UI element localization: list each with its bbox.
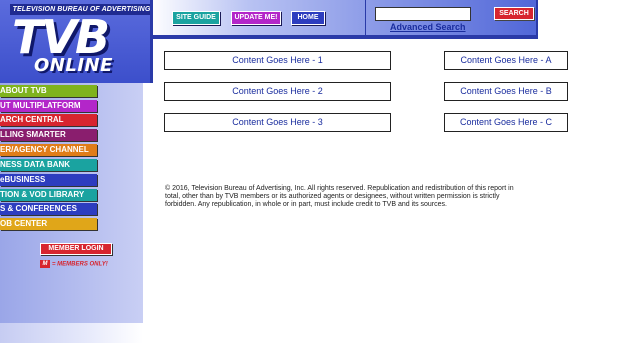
site-guide-button[interactable]: SITE GUIDE [172,11,220,25]
page-header: TELEVISION BUREAU OF ADVERTISING TVB ONL… [0,0,620,83]
content-box-3[interactable]: Content Goes Here - 3 [164,113,391,132]
tvb-online-logo[interactable]: TELEVISION BUREAU OF ADVERTISING TVB ONL… [0,0,153,83]
search-input[interactable] [375,7,471,21]
content-box-a[interactable]: Content Goes Here - A [444,51,568,70]
sidebar: ABOUT TVB UT MULTIPLATFORM ARCH CENTRAL … [0,83,143,343]
search-button[interactable]: SEARCH [494,7,534,20]
sidebar-item-multiplatform[interactable]: UT MULTIPLATFORM [0,100,97,112]
sidebar-item-conferences[interactable]: S & CONFERENCES [0,203,97,215]
sidebar-item-job-center[interactable]: OB CENTER [0,218,97,230]
sidebar-item-ebusiness[interactable]: eBUSINESS [0,174,97,186]
members-only-icon: M [40,260,50,268]
members-only-legend: M = MEMBERS ONLY! [40,260,108,268]
sidebar-item-vod-library[interactable]: TION & VOD LIBRARY [0,189,97,201]
copyright-notice: © 2016, Television Bureau of Advertising… [165,185,514,208]
advanced-search-link[interactable]: Advanced Search [390,22,466,32]
sidebar-item-about-tvb[interactable]: ABOUT TVB [0,85,97,97]
content-box-1[interactable]: Content Goes Here - 1 [164,51,391,70]
home-button[interactable]: HOME [291,11,325,25]
sidebar-item-agency-channel[interactable]: ER/AGENCY CHANNEL [0,144,97,156]
logo-online-text: ONLINE [34,55,113,76]
member-login-button[interactable]: MEMBER LOGIN [40,243,112,255]
sidebar-item-data-bank[interactable]: NESS DATA BANK [0,159,97,171]
content-box-c[interactable]: Content Goes Here - C [444,113,568,132]
members-only-text: = MEMBERS ONLY! [52,261,108,268]
content-box-2[interactable]: Content Goes Here - 2 [164,82,391,101]
sidebar-item-research-central[interactable]: ARCH CENTRAL [0,114,97,126]
update-me-button[interactable]: UPDATE ME! [231,11,281,25]
sidebar-item-selling-smarter[interactable]: LLING SMARTER [0,129,97,141]
content-box-b[interactable]: Content Goes Here - B [444,82,568,101]
